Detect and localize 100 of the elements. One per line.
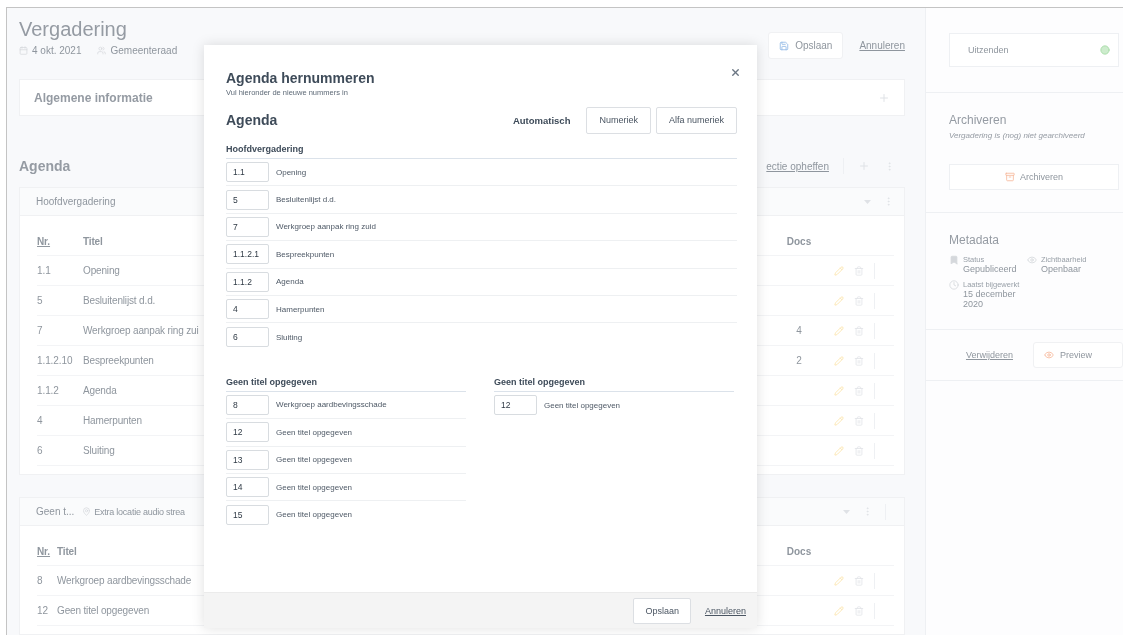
metadata-value: Openbaar	[1040, 264, 1082, 274]
location-pin-icon	[82, 507, 92, 516]
table-cell: Sluiting	[83, 445, 115, 456]
page-title: Vergadering	[19, 18, 128, 41]
table-cell: Besluitenlijst d.d.	[83, 295, 156, 306]
meeting-date: 4 okt. 2021	[32, 45, 82, 56]
table-cell: Agenda	[83, 385, 117, 396]
archive-note: Vergadering is (nog) niet gearchiveerd	[948, 131, 1086, 140]
pencil-icon[interactable]	[833, 355, 844, 366]
item-title: Geen titel opgegeven	[544, 400, 621, 410]
item-title: Agenda	[276, 277, 304, 287]
section-title: Geen t...	[36, 506, 75, 517]
cancel-link[interactable]: Annuleren	[704, 605, 746, 616]
people-icon	[97, 46, 107, 55]
pencil-icon[interactable]	[833, 325, 844, 336]
item-title: Besluitenlijst d.d.	[276, 195, 337, 205]
table-cell-text: 6	[37, 445, 44, 456]
column-header: Titel	[83, 236, 103, 247]
close-icon[interactable]	[730, 67, 741, 78]
trash-icon[interactable]	[853, 385, 864, 396]
table-cell: Bespreekpunten	[83, 355, 154, 366]
table-cell-text: 4	[37, 415, 44, 426]
metadata-value: 15 december 2020	[962, 289, 1017, 309]
broadcast-label: Uitzenden	[967, 45, 1009, 55]
bookmark-icon	[948, 255, 959, 265]
table-cell: Opening	[83, 265, 120, 276]
number-field[interactable]: 15	[226, 505, 269, 525]
item-title: Geen titel opgegeven	[276, 510, 353, 520]
pencil-icon[interactable]	[833, 575, 844, 586]
docs-count: 4	[795, 325, 803, 336]
item-title: Opening	[276, 167, 307, 177]
number-field[interactable]: 1.1	[226, 162, 269, 183]
number-field[interactable]: 13	[226, 449, 269, 470]
archive-icon	[1004, 172, 1015, 182]
number-field[interactable]: 1.1.2.1	[226, 244, 269, 265]
table-cell-text: 1.1.2	[37, 385, 60, 396]
item-title: Sluiting	[276, 332, 303, 342]
item-title: Bespreekpunten	[276, 249, 335, 259]
number-field[interactable]: 4	[226, 299, 269, 320]
trash-icon[interactable]	[853, 355, 864, 366]
table-cell: Werkgroep aanpak ring zui	[83, 325, 199, 336]
trash-icon[interactable]	[853, 295, 864, 306]
table-cell-text: 8	[37, 575, 44, 586]
number-field[interactable]: 12	[494, 395, 537, 416]
table-cell-text: 5	[37, 295, 44, 306]
eye-icon	[1044, 350, 1054, 360]
metadata-value: Gepubliceerd	[962, 264, 1018, 274]
table-cell: Werkgroep aardbevingsschade	[57, 575, 192, 586]
calendar-icon	[19, 46, 28, 55]
trash-icon[interactable]	[853, 575, 864, 586]
pencil-icon[interactable]	[833, 415, 844, 426]
section-heading: Agenda	[19, 158, 71, 175]
item-title: Geen titel opgegeven	[276, 427, 353, 437]
number-field[interactable]: 8	[226, 394, 269, 415]
metadata-heading: Metadata	[948, 233, 1000, 247]
pencil-icon[interactable]	[833, 445, 844, 456]
numbering-button[interactable]: Numeriek	[586, 106, 651, 134]
table-cell-text: 1.1	[37, 265, 52, 276]
number-field[interactable]: 14	[226, 477, 269, 498]
dialog-title: Agenda hernummeren	[226, 70, 376, 86]
table-cell-text: 12	[37, 605, 49, 616]
item-title: Hamerpunten	[276, 304, 325, 314]
group-title: Geen titel opgegeven	[494, 376, 734, 392]
caret-down-icon[interactable]	[863, 199, 871, 204]
save-button[interactable]: Opslaan	[633, 597, 691, 624]
table-cell-text: 7	[37, 325, 44, 336]
group-title: Geen titel opgegeven	[226, 376, 466, 392]
auto-label: Automatisch	[512, 114, 571, 126]
number-field[interactable]: 1.1.2	[226, 271, 269, 292]
number-field[interactable]: 5	[226, 189, 269, 210]
meeting-body: Gemeenteraad	[110, 45, 178, 56]
plus-icon[interactable]	[877, 91, 890, 104]
pencil-icon[interactable]	[833, 295, 844, 306]
dialog-heading: Agenda	[226, 112, 279, 128]
pencil-icon[interactable]	[833, 605, 844, 616]
table-cell: Hamerpunten	[83, 415, 142, 426]
number-field[interactable]: 12	[226, 422, 269, 443]
table-cell: Geen titel opgegeven	[57, 605, 150, 616]
item-title: Geen titel opgegeven	[276, 482, 353, 492]
trash-icon[interactable]	[853, 605, 864, 616]
item-title: Werkgroep aanpak ring zuid	[276, 222, 376, 232]
pencil-icon[interactable]	[833, 265, 844, 276]
group-title: Hoofdvergadering	[226, 144, 737, 159]
trash-icon[interactable]	[853, 415, 864, 426]
trash-icon[interactable]	[853, 265, 864, 276]
item-title: Werkgroep aardbevingsschade	[276, 400, 387, 410]
docs-count: 2	[795, 355, 803, 366]
clock-icon	[948, 280, 959, 290]
eye-icon	[1026, 255, 1037, 265]
play-icon	[1099, 45, 1110, 55]
column-header: Docs	[785, 546, 813, 557]
trash-icon[interactable]	[853, 325, 864, 336]
trash-icon[interactable]	[853, 445, 864, 456]
number-field[interactable]: 7	[226, 216, 269, 237]
caret-down-icon[interactable]	[842, 509, 850, 514]
pencil-icon[interactable]	[833, 385, 844, 396]
number-field[interactable]: 6	[226, 327, 269, 348]
table-cell-text: 1.1.2.10	[37, 355, 74, 366]
column-header: Titel	[57, 546, 77, 557]
numbering-button[interactable]: Alfa numeriek	[655, 106, 737, 134]
